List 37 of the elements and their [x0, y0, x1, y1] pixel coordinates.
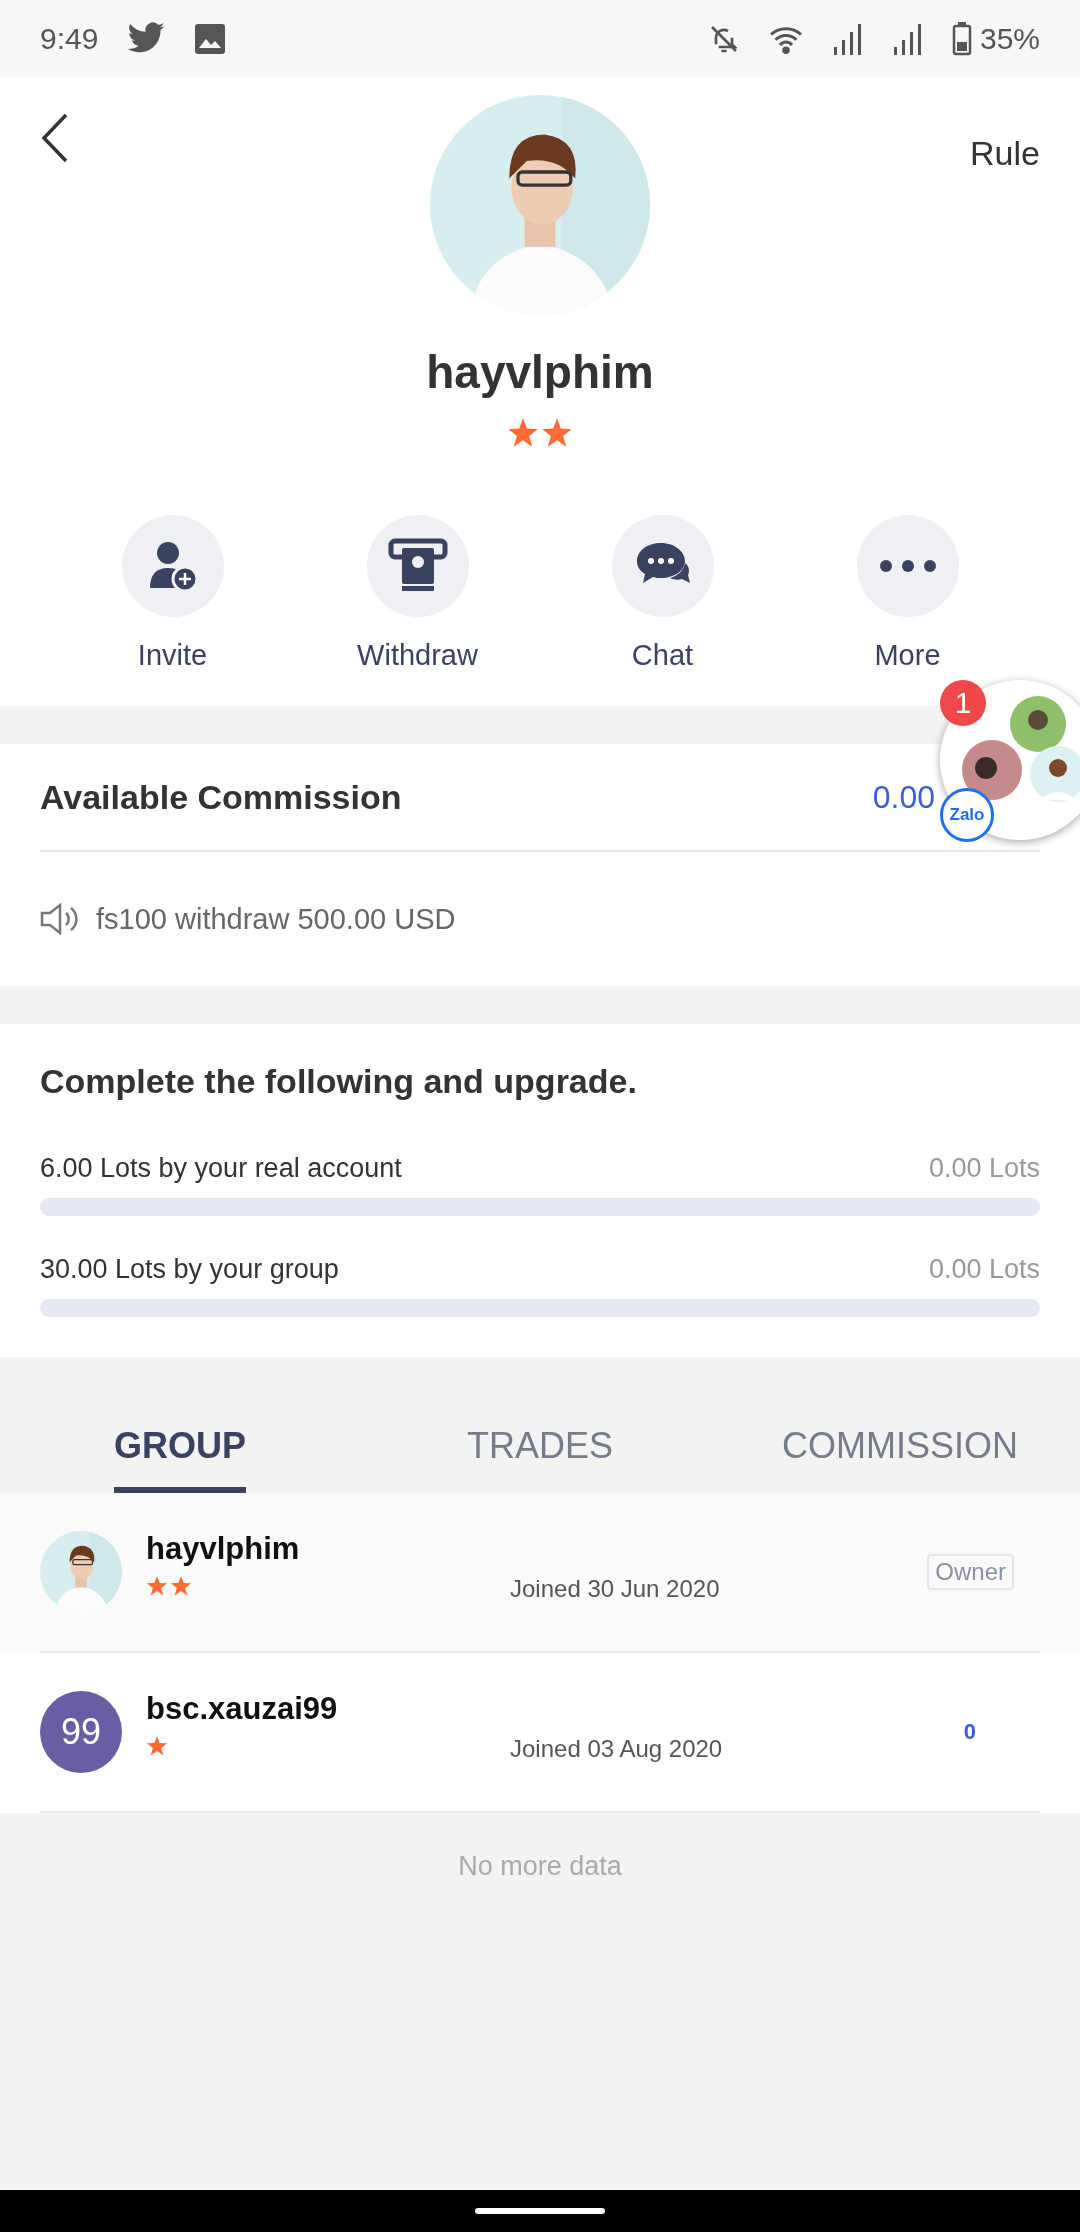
notification-badge: 1 — [940, 680, 986, 726]
more-icon — [878, 559, 937, 573]
signal-icon — [891, 23, 924, 55]
member-name: bsc.xauzai99 — [146, 1691, 339, 1727]
battery-percent: 35% — [979, 22, 1040, 56]
atm-icon — [387, 538, 448, 594]
action-button[interactable]: More — [785, 515, 1030, 672]
card-title: Available Commission — [40, 777, 402, 817]
tab[interactable]: COMMISSION — [782, 1425, 1018, 1493]
profile-name: hayvlphim — [426, 345, 654, 399]
no-more-data: No more data — [458, 1851, 622, 1881]
notice-text: fs100 withdraw 500.00 USD — [96, 902, 456, 936]
image-icon — [194, 23, 227, 55]
chat-bubble[interactable]: 1 Zalo — [940, 680, 1080, 840]
signal-icon — [831, 23, 864, 55]
owner-tag: Owner — [927, 1554, 1014, 1590]
battery-icon — [951, 22, 972, 56]
action-button[interactable]: Chat — [540, 515, 785, 672]
joined-date: Joined 30 Jun 2020 — [510, 1575, 721, 1603]
joined-date: Joined 03 Aug 2020 — [510, 1735, 724, 1763]
task-label: 6.00 Lots by your real account — [40, 1153, 402, 1184]
commission-value: 0.00 — [872, 778, 935, 816]
action-button[interactable]: Invite — [50, 515, 295, 672]
wifi-icon — [767, 24, 804, 54]
rule-link[interactable]: Rule — [970, 134, 1040, 173]
card-title: Complete the following and upgrade. — [40, 1062, 638, 1101]
member-count: 0 — [963, 1719, 976, 1745]
task-label: 30.00 Lots by your group — [40, 1254, 339, 1285]
task-reading: 0.00 Lots — [928, 1153, 1040, 1184]
status-time: 9:49 — [40, 22, 99, 56]
action-button[interactable]: Withdraw — [295, 515, 540, 672]
avatar-initials: 99 — [40, 1691, 122, 1773]
tab[interactable]: TRADES — [467, 1425, 613, 1493]
task-reading: 0.00 Lots — [928, 1254, 1040, 1285]
add-user-icon — [147, 540, 198, 592]
speaker-icon — [40, 902, 78, 936]
member-name: hayvlphim — [146, 1531, 301, 1567]
